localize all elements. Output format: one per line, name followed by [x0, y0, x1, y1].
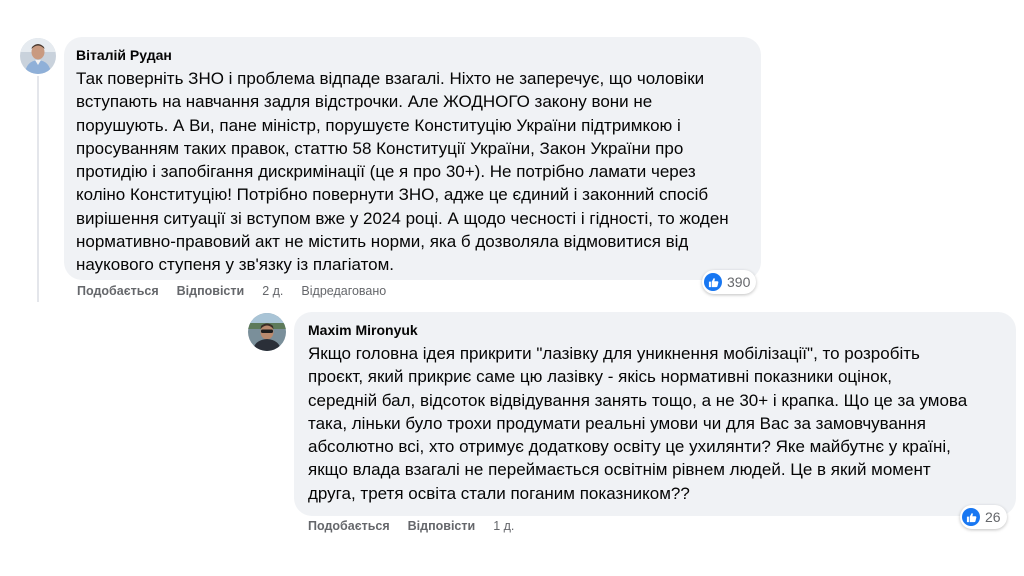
comment-bubble: Віталій Рудан Так поверніть ЗНО і пробле…: [64, 37, 761, 280]
reply-button[interactable]: Відповісти: [177, 284, 245, 298]
reaction-count: 390: [727, 274, 751, 290]
like-button[interactable]: Подобається: [308, 519, 390, 533]
like-button[interactable]: Подобається: [77, 284, 159, 298]
reply-button[interactable]: Відповісти: [408, 519, 476, 533]
avatar[interactable]: [248, 313, 286, 351]
comment-text: Так поверніть ЗНО і проблема відпаде вза…: [76, 69, 729, 275]
reaction-count: 26: [985, 509, 1001, 525]
reaction-summary[interactable]: 26: [960, 505, 1007, 529]
reaction-summary[interactable]: 390: [702, 270, 757, 294]
thread-line: [37, 76, 39, 302]
comment-text: Якщо головна ідея прикрити "лазівку для …: [308, 344, 968, 503]
like-icon: [704, 273, 722, 291]
comment-author[interactable]: Віталій Рудан: [76, 46, 749, 64]
timestamp[interactable]: 2 д.: [262, 284, 283, 298]
comment-actions: Подобається Відповісти 1 д.: [308, 519, 532, 533]
timestamp[interactable]: 1 д.: [493, 519, 514, 533]
avatar[interactable]: [20, 38, 56, 74]
edited-label: Відредаговано: [301, 284, 387, 298]
comment-author[interactable]: Maxim Mironyuk: [308, 321, 1002, 339]
comment-bubble: Maxim Mironyuk Якщо головна ідея прикрит…: [294, 312, 1016, 516]
profile-photo-icon: [20, 38, 56, 74]
like-icon: [962, 508, 980, 526]
profile-photo-icon: [248, 313, 286, 351]
comment-actions: Подобається Відповісти 2 д. Відредагован…: [77, 284, 404, 298]
